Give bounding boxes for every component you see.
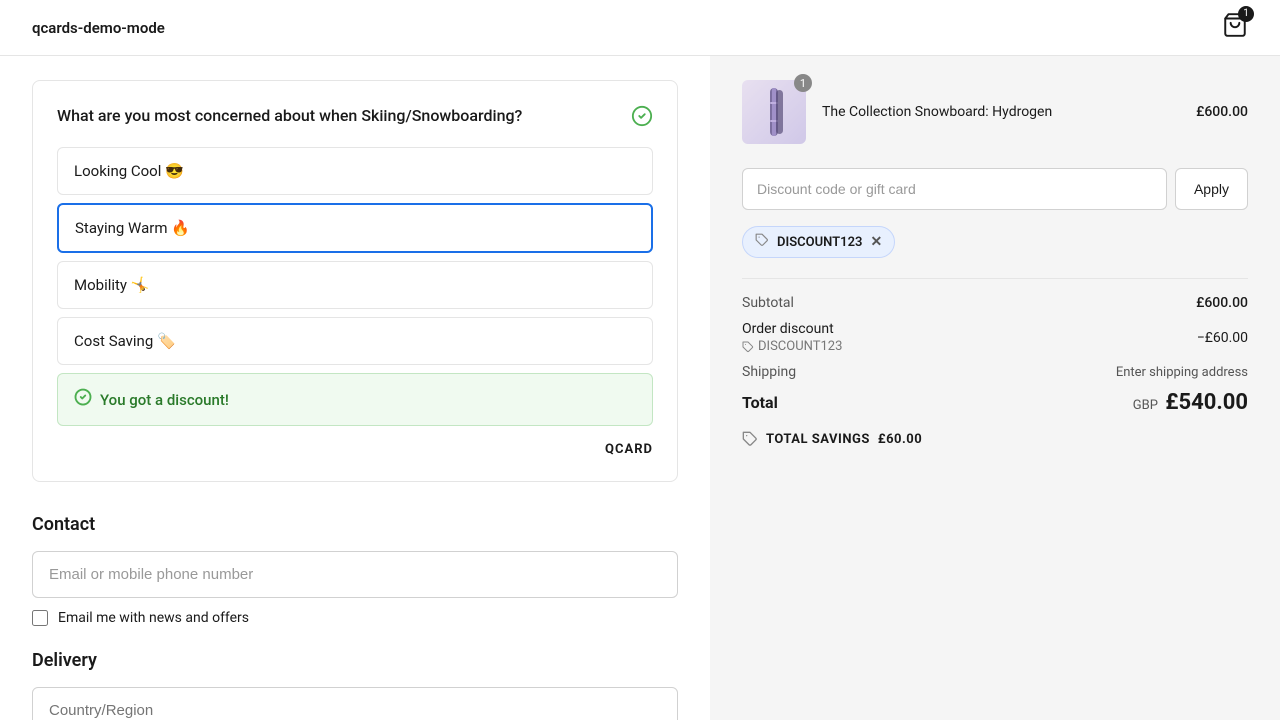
main-layout: What are you most concerned about when S…: [0, 56, 1280, 720]
total-label: Total: [742, 393, 778, 412]
options-list: Looking Cool 😎 Staying Warm 🔥 Mobility 🤸…: [57, 147, 653, 365]
grand-total-row: Total GBP £540.00: [742, 390, 1248, 415]
discount-sub-icon: [742, 341, 754, 353]
shipping-row: Shipping Enter shipping address: [742, 364, 1248, 380]
shipping-label: Shipping: [742, 364, 796, 380]
subtotal-label: Subtotal: [742, 295, 794, 311]
contact-title: Contact: [32, 514, 678, 535]
savings-row: TOTAL SAVINGS £60.00: [742, 431, 1248, 447]
site-title: qcards-demo-mode: [32, 19, 165, 37]
qcard-widget: What are you most concerned about when S…: [32, 80, 678, 482]
newsletter-label: Email me with news and offers: [58, 610, 249, 626]
option-staying-warm[interactable]: Staying Warm 🔥: [57, 203, 653, 253]
savings-value: £60.00: [878, 432, 922, 447]
option-cost-saving[interactable]: Cost Saving 🏷️: [57, 317, 653, 365]
discount-code-row: Apply: [742, 168, 1248, 210]
success-check-icon: [74, 388, 92, 411]
discount-success-message: You got a discount!: [57, 373, 653, 426]
right-panel: 1 The Collection Snowboard: Hydrogen £60…: [710, 56, 1280, 720]
qcard-check-icon: [631, 105, 653, 132]
option-mobility[interactable]: Mobility 🤸: [57, 261, 653, 309]
option-looking-cool[interactable]: Looking Cool 😎: [57, 147, 653, 195]
subtotal-row: Subtotal £600.00: [742, 295, 1248, 311]
discount-code-sub-label: DISCOUNT123: [758, 339, 842, 354]
email-input[interactable]: [32, 551, 678, 598]
left-panel: What are you most concerned about when S…: [0, 56, 710, 720]
apply-button[interactable]: Apply: [1175, 168, 1248, 210]
savings-label: TOTAL SAVINGS: [766, 432, 870, 447]
product-quantity-badge: 1: [794, 74, 812, 92]
product-snowboard-svg: [756, 86, 792, 138]
newsletter-row: Email me with news and offers: [32, 610, 678, 626]
country-input[interactable]: [32, 687, 678, 720]
product-name: The Collection Snowboard: Hydrogen: [822, 104, 1180, 120]
applied-discount-tag: DISCOUNT123 ✕: [742, 226, 895, 258]
discount-code-input[interactable]: [742, 168, 1167, 210]
product-row: 1 The Collection Snowboard: Hydrogen £60…: [742, 80, 1248, 144]
contact-section: Contact Email me with news and offers: [32, 514, 678, 626]
product-price: £600.00: [1196, 104, 1248, 120]
delivery-title: Delivery: [32, 650, 678, 671]
product-image-wrap: 1: [742, 80, 806, 144]
savings-icon: [742, 431, 758, 447]
qcard-brand: QCARD: [57, 442, 653, 457]
cart-count: 1: [1238, 6, 1254, 22]
delivery-section: Delivery: [32, 650, 678, 720]
remove-discount-button[interactable]: ✕: [870, 235, 882, 249]
discount-code-text: DISCOUNT123: [777, 235, 862, 250]
subtotal-value: £600.00: [1196, 295, 1248, 311]
totals-section: Subtotal £600.00 Order discount DISCOUNT…: [742, 278, 1248, 380]
total-currency: GBP: [1133, 398, 1158, 413]
header: qcards-demo-mode 1: [0, 0, 1280, 56]
order-discount-row: Order discount DISCOUNT123 −£60.00: [742, 321, 1248, 354]
newsletter-checkbox[interactable]: [32, 610, 48, 626]
qcard-question: What are you most concerned about when S…: [57, 105, 522, 127]
discount-tag-icon: [755, 233, 769, 251]
total-value: £540.00: [1165, 390, 1248, 415]
discount-amount: −£60.00: [1197, 330, 1248, 346]
order-discount-label: Order discount: [742, 321, 842, 337]
cart-button[interactable]: 1: [1222, 12, 1248, 44]
shipping-value: Enter shipping address: [1116, 365, 1248, 380]
